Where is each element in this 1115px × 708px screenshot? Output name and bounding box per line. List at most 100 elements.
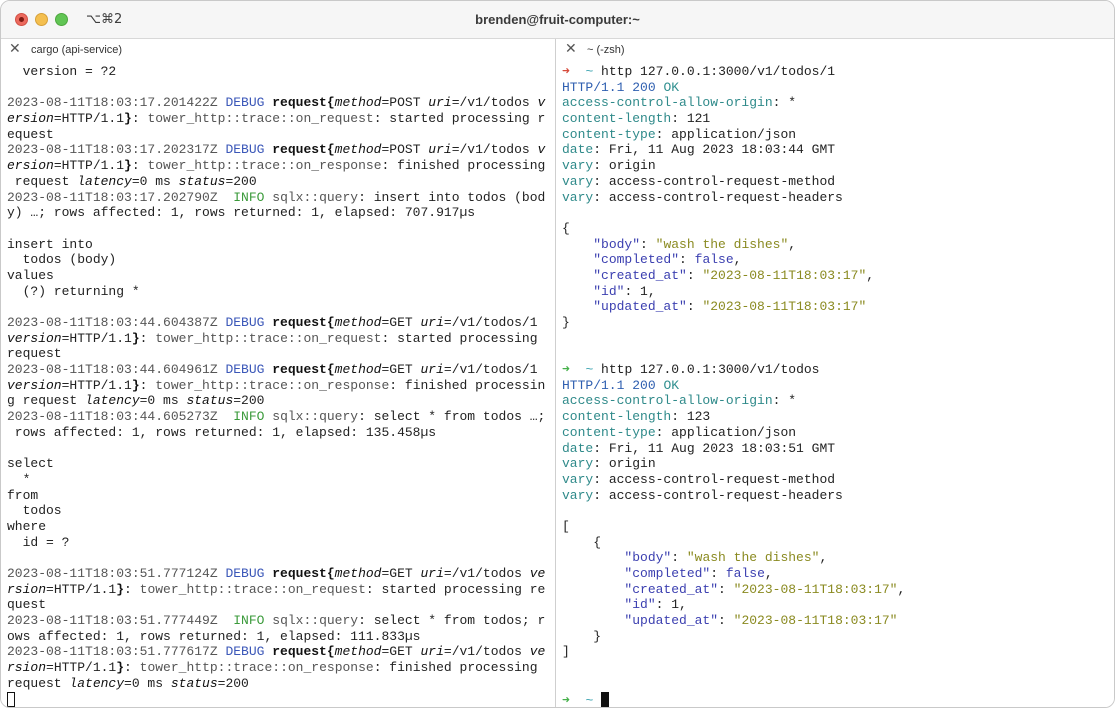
terminal-text: =POST [381,95,429,111]
terminal-text: access-control-allow-origin [562,95,773,111]
terminal-text: method [334,644,382,660]
terminal-text: quest [7,597,47,613]
terminal-text: http 127.0.0.1:3000/v1/todos/1 [601,64,836,79]
terminal-text: false [725,566,765,581]
terminal-text: OK [663,79,680,95]
terminal-line: date: Fri, 11 Aug 2023 18:03:51 GMT [562,441,1110,457]
terminal-text: "created_at" [624,581,719,597]
terminal-line: 2023-08-11T18:03:51.777617Z DEBUG reques… [7,644,551,660]
terminal-text: tower_http::trace::on_response [147,158,382,174]
terminal-text: =GET [381,644,421,660]
terminal-text: =HTTP/1.1 [46,660,117,676]
terminal-text: ➜ [562,692,578,708]
terminal-line: ersion=HTTP/1.1}: tower_http::trace::on_… [7,111,551,127]
terminal-text: : access-control-request-headers [593,189,843,205]
terminal-text: content-type [562,126,656,142]
terminal-text: ersion [7,158,54,174]
terminal-line: "id": 1, [562,284,1110,300]
terminal-line: "updated_at": "2023-08-11T18:03:17" [562,299,1110,315]
terminal-text: : 121 [671,111,711,127]
terminal-text: ~ [577,362,602,378]
terminal-text: OK [663,377,680,393]
terminal-line: version = ?2 [7,64,551,80]
terminal-text: uri [420,362,444,378]
close-icon[interactable]: ✕ [9,42,21,56]
terminal-text: request{ [272,362,335,378]
terminal-text: * [7,471,31,487]
terminal-text: DEBUG [225,315,273,330]
terminal-text: status [186,393,234,409]
title-bar[interactable]: ⌥⌘2 brenden@fruit-computer:~ [1,1,1114,39]
terminal-text: uri [428,142,452,158]
terminal-text: 200 [632,79,664,95]
terminal-text: "wash the dishes" [686,550,820,566]
terminal-text: =200 [225,173,257,189]
terminal-text: v [537,95,546,111]
terminal-text: date [562,142,594,158]
terminal-text: v [537,142,546,158]
terminal-line: version=HTTP/1.1}: tower_http::trace::on… [7,331,551,347]
terminal-text: 200 [632,377,664,393]
terminal-text: =HTTP/1.1 [46,581,117,597]
terminal-text: } [131,377,140,393]
right-pane-header: ✕ ~ (-zsh) [557,39,1114,61]
terminal-text: } [124,158,132,174]
left-terminal-pane[interactable]: ✕ cargo (api-service) version = ?2 2023-0… [1,39,556,707]
right-terminal-pane[interactable]: ✕ ~ (-zsh) ➜ ~ http 127.0.0.1:3000/v1/to… [557,39,1114,707]
terminal-line: date: Fri, 11 Aug 2023 18:03:44 GMT [562,142,1110,158]
terminal-line: "created_at": "2023-08-11T18:03:17", [562,268,1110,284]
terminal-text: vary [562,173,594,189]
terminal-text: DEBUG [225,362,273,378]
terminal-line: rsion=HTTP/1.1}: tower_http::trace::on_r… [7,660,551,676]
terminal-text: tower_http::trace::on_request [155,330,382,346]
terminal-line: vary: access-control-request-headers [562,488,1110,504]
terminal-text: method [334,142,382,158]
right-pane-title: ~ (-zsh) [587,44,625,56]
terminal-text: : access-control-request-method [593,173,836,189]
terminal-text: "2023-08-11T18:03:17" [702,299,867,315]
terminal-text: =0 ms [124,675,171,691]
terminal-cursor [7,691,15,707]
terminal-line: 2023-08-11T18:03:17.201422Z DEBUG reques… [7,95,551,111]
terminal-text: , [866,267,875,283]
left-terminal-output[interactable]: version = ?2 2023-08-11T18:03:17.201422Z … [7,64,551,707]
terminal-text: ~ [577,692,602,708]
terminal-line: "updated_at": "2023-08-11T18:03:17" [562,613,1110,629]
terminal-line: ➜ ~ http 127.0.0.1:3000/v1/todos [562,362,1110,378]
terminal-text: vary [562,456,594,472]
terminal-line [7,691,551,708]
terminal-text: , [764,566,773,581]
terminal-text: ➜ [562,362,578,378]
terminal-line: "id": 1, [562,597,1110,613]
terminal-line: "completed": false, [562,252,1110,268]
terminal-text: : [686,267,703,283]
terminal-text: =0 ms [139,393,187,409]
terminal-text: version = ?2 [7,64,117,79]
terminal-text: =GET [381,362,421,378]
close-icon[interactable]: ✕ [565,42,577,56]
terminal-text: "body" [624,550,672,566]
terminal-text: insert into [7,236,93,252]
terminal-line: rows affected: 1, rows returned: 1, elap… [7,425,551,441]
terminal-text: : access-control-request-headers [593,487,843,503]
terminal-text: =/v1/todos/1 [443,362,538,378]
terminal-line: "completed": false, [562,566,1110,582]
terminal-text: "id" [624,597,656,613]
terminal-text: request{ [272,95,335,111]
terminal-text: } [562,628,602,644]
terminal-text: : finished processin [389,377,546,393]
terminal-text: values [7,267,54,283]
terminal-text: tower_http::trace::on_response [155,377,390,393]
terminal-line: version=HTTP/1.1}: tower_http::trace::on… [7,378,551,394]
terminal-text: : 1, [624,283,656,299]
terminal-text: : application/json [655,424,797,440]
terminal-text: "id" [593,283,625,299]
right-terminal-output[interactable]: ➜ ~ http 127.0.0.1:3000/v1/todos/1 HTTP/1… [562,64,1110,707]
terminal-text: HTTP/1.1 [562,79,633,95]
terminal-text: ~ [577,64,602,79]
